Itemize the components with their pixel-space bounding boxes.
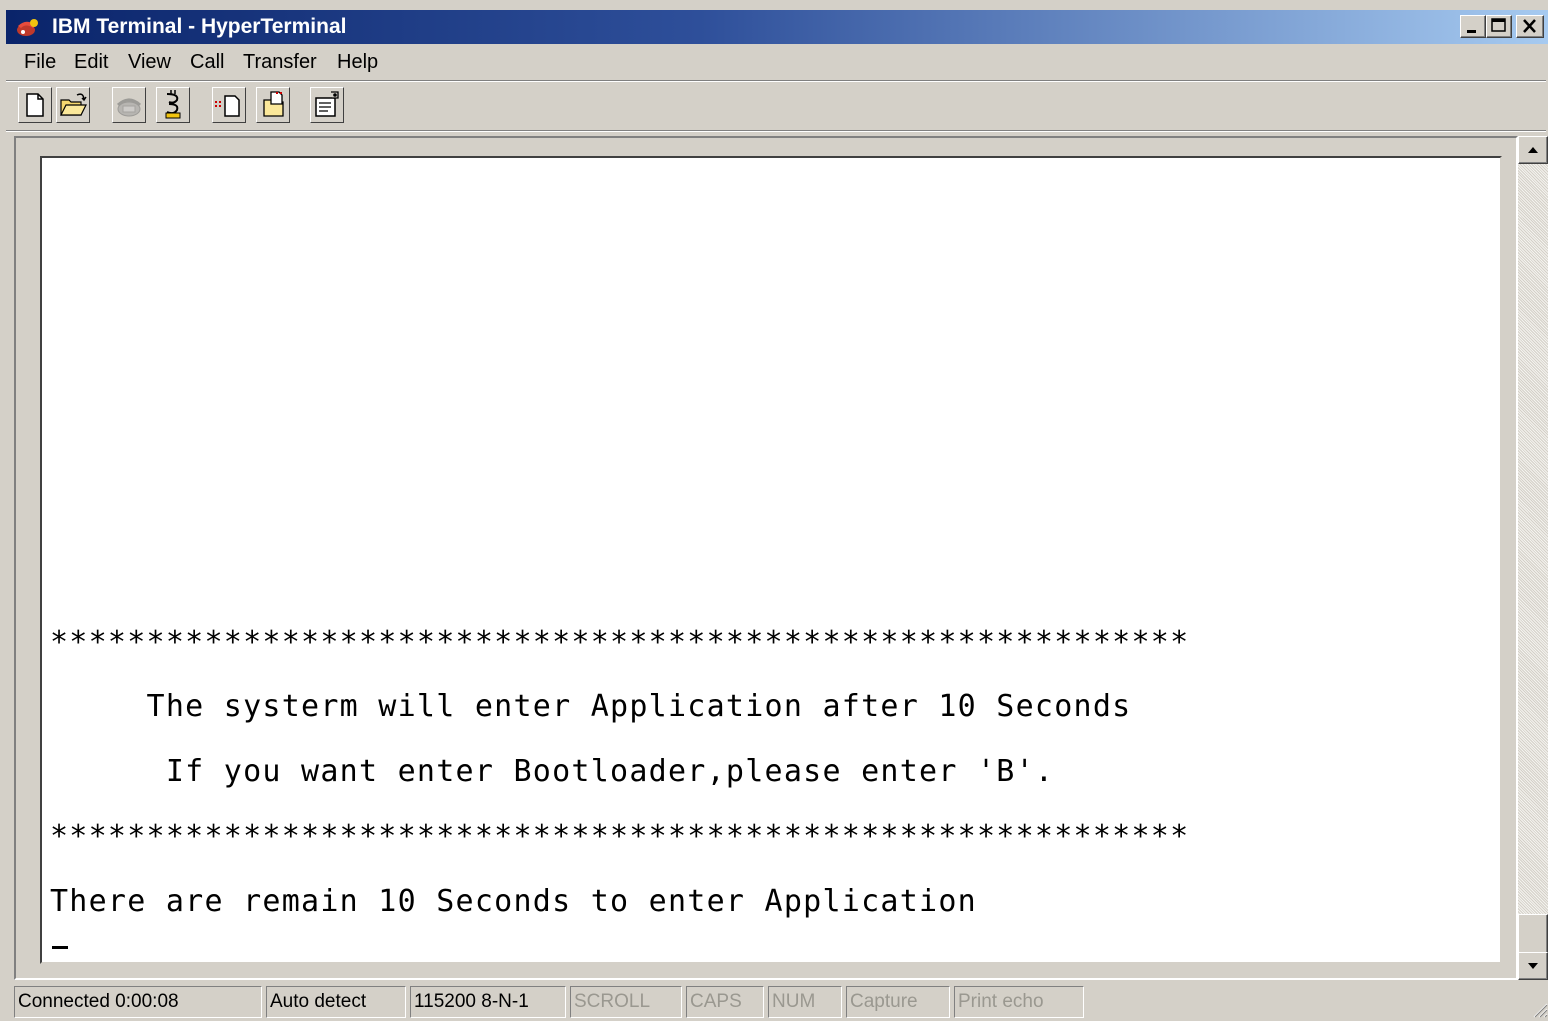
status-caps: CAPS	[686, 986, 764, 1018]
new-connection-button[interactable]	[18, 87, 52, 123]
send-button[interactable]	[212, 87, 246, 123]
properties-button[interactable]	[310, 87, 344, 123]
text-cursor	[52, 946, 68, 949]
terminal-line-1: ****************************************…	[50, 625, 1190, 660]
toolbar-separator	[6, 130, 1546, 132]
menu-call[interactable]: Call	[190, 50, 224, 74]
send-file-icon	[215, 95, 240, 117]
new-document-icon	[26, 93, 44, 117]
open-button[interactable]	[56, 87, 90, 123]
status-emulation: Auto detect	[266, 986, 406, 1018]
open-folder-icon	[60, 93, 87, 116]
status-print-echo: Print echo	[954, 986, 1084, 1018]
window-title: IBM Terminal - HyperTerminal	[52, 15, 347, 38]
arrow-up-icon	[1528, 147, 1538, 153]
vertical-scrollbar[interactable]	[1518, 136, 1548, 980]
menu-file[interactable]: File	[24, 50, 56, 74]
menu-help[interactable]: Help	[337, 50, 378, 74]
terminal-line-2: The systerm will enter Application after…	[50, 689, 1132, 724]
terminal-line-4: ****************************************…	[50, 819, 1190, 854]
receive-file-icon	[263, 91, 284, 117]
hyperterminal-window: IBM Terminal - HyperTerminal File Edit V…	[0, 0, 1548, 1021]
connect-button[interactable]	[112, 87, 146, 123]
disconnect-icon	[165, 90, 181, 119]
minimize-icon	[1467, 30, 1476, 33]
minimize-button[interactable]	[1460, 15, 1486, 38]
menu-view[interactable]: View	[128, 50, 171, 74]
terminal-frame: ****************************************…	[14, 136, 1518, 980]
arrow-down-icon	[1528, 963, 1538, 969]
properties-icon	[315, 91, 339, 117]
status-bar: Connected 0:00:08 Auto detect 115200 8-N…	[14, 986, 1548, 1020]
menu-separator	[6, 80, 1546, 82]
scroll-down-button[interactable]	[1518, 952, 1548, 980]
scroll-up-button[interactable]	[1518, 136, 1548, 164]
maximize-button[interactable]	[1486, 15, 1512, 38]
status-port-settings: 115200 8-N-1	[410, 986, 566, 1018]
terminal-screen[interactable]: ****************************************…	[40, 156, 1502, 964]
menu-bar: File Edit View Call Transfer Help	[6, 46, 1546, 78]
status-scroll: SCROLL	[570, 986, 682, 1018]
status-num: NUM	[768, 986, 842, 1018]
scrollbar-thumb[interactable]	[1518, 914, 1548, 954]
title-bar[interactable]: IBM Terminal - HyperTerminal	[6, 10, 1548, 44]
hyperterminal-phone-icon[interactable]	[16, 16, 40, 38]
terminal-line-5: There are remain 10 Seconds to enter App…	[50, 884, 977, 919]
menu-edit[interactable]: Edit	[74, 50, 108, 74]
maximize-icon	[1491, 18, 1506, 32]
receive-button[interactable]	[256, 87, 290, 123]
connect-phone-icon	[116, 98, 142, 117]
terminal-line-3: If you want enter Bootloader,please ente…	[50, 754, 1055, 789]
status-capture: Capture	[846, 986, 950, 1018]
status-connection: Connected 0:00:08	[14, 986, 262, 1018]
resize-grip-icon[interactable]	[1530, 1000, 1548, 1018]
menu-transfer[interactable]: Transfer	[243, 50, 317, 74]
close-icon	[1523, 19, 1536, 33]
disconnect-button[interactable]	[156, 87, 190, 123]
close-button[interactable]	[1516, 15, 1544, 38]
toolbar	[14, 86, 1544, 126]
